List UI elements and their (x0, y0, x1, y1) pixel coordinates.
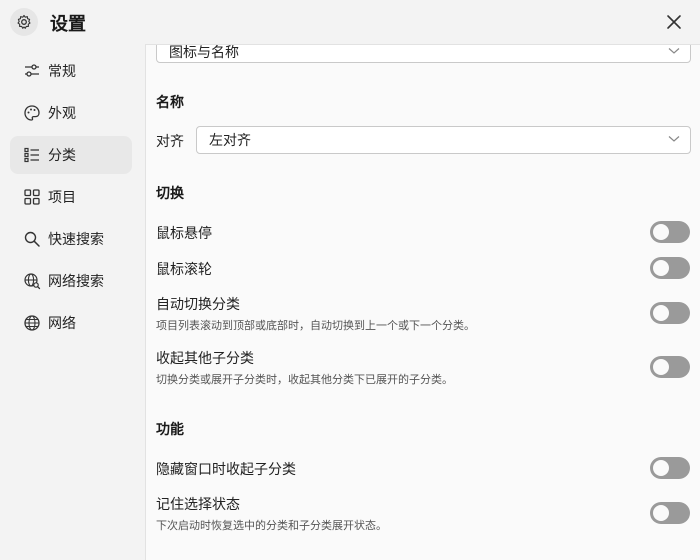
sidebar-item-label: 分类 (48, 148, 76, 164)
align-value: 左对齐 (209, 133, 251, 149)
auto-switch-category-desc: 项目列表滚动到顶部或底部时，自动切换到上一个或下一个分类。 (156, 319, 475, 332)
toggle-knob (653, 505, 669, 521)
settings-panel: 图标与名称 名称 对齐 左对齐 切换 鼠标悬停 鼠标滚轮 自动切换分类 项目列表… (145, 44, 700, 560)
sidebar-item-label: 外观 (48, 106, 76, 122)
sidebar-item-network[interactable]: 网络 (10, 304, 132, 342)
title-bar: 设置 (0, 0, 700, 44)
search-icon (22, 229, 42, 249)
window-title: 设置 (50, 14, 86, 35)
section-title-name: 名称 (156, 95, 184, 111)
chevron-down-icon (668, 48, 680, 54)
sidebar-item-appearance[interactable]: 外观 (10, 94, 132, 132)
grid-icon (22, 187, 42, 207)
auto-switch-category-toggle[interactable] (650, 302, 690, 324)
align-label: 对齐 (156, 134, 184, 150)
align-select[interactable]: 左对齐 (196, 126, 691, 154)
collapse-other-subcategories-desc: 切换分类或展开子分类时，收起其他分类下已展开的子分类。 (156, 373, 453, 386)
toggle-knob (653, 260, 669, 276)
sidebar: 常规 外观 分类 项目 快速搜索 网络搜索 网络 (0, 52, 144, 346)
sliders-icon (22, 61, 42, 81)
sidebar-item-general[interactable]: 常规 (10, 52, 132, 90)
toggle-knob (653, 460, 669, 476)
web-search-icon (22, 271, 42, 291)
globe-icon (22, 313, 42, 333)
collapse-on-hide-label: 隐藏窗口时收起子分类 (156, 462, 296, 478)
remember-selection-desc: 下次启动时恢复选中的分类和子分类展开状态。 (156, 519, 387, 532)
remember-selection-toggle[interactable] (650, 502, 690, 524)
section-title-switch: 切换 (156, 186, 184, 202)
sidebar-item-category[interactable]: 分类 (10, 136, 132, 174)
toggle-knob (653, 359, 669, 375)
sidebar-item-web-search[interactable]: 网络搜索 (10, 262, 132, 300)
mouse-hover-toggle[interactable] (650, 221, 690, 243)
sidebar-item-label: 网络 (48, 316, 76, 332)
toggle-knob (653, 224, 669, 240)
mouse-wheel-toggle[interactable] (650, 257, 690, 279)
sidebar-item-quick-search[interactable]: 快速搜索 (10, 220, 132, 258)
settings-gear-icon (10, 8, 38, 36)
toggle-knob (653, 305, 669, 321)
sidebar-item-label: 项目 (48, 190, 76, 206)
mouse-wheel-label: 鼠标滚轮 (156, 262, 212, 278)
list-icon (22, 145, 42, 165)
sidebar-item-label: 快速搜索 (48, 232, 104, 248)
palette-icon (22, 103, 42, 123)
mouse-hover-label: 鼠标悬停 (156, 226, 212, 242)
collapse-other-subcategories-label: 收起其他子分类 (156, 351, 254, 367)
collapse-other-subcategories-toggle[interactable] (650, 356, 690, 378)
chevron-down-icon (668, 136, 680, 142)
section-title-function: 功能 (156, 422, 184, 438)
display-mode-value: 图标与名称 (169, 45, 239, 61)
close-button[interactable] (662, 10, 686, 34)
sidebar-item-label: 网络搜索 (48, 274, 104, 290)
collapse-on-hide-toggle[interactable] (650, 457, 690, 479)
sidebar-item-items[interactable]: 项目 (10, 178, 132, 216)
sidebar-item-label: 常规 (48, 64, 76, 80)
close-icon (667, 15, 681, 29)
auto-switch-category-label: 自动切换分类 (156, 297, 240, 313)
remember-selection-label: 记住选择状态 (156, 497, 240, 513)
display-mode-select[interactable]: 图标与名称 (156, 45, 691, 63)
